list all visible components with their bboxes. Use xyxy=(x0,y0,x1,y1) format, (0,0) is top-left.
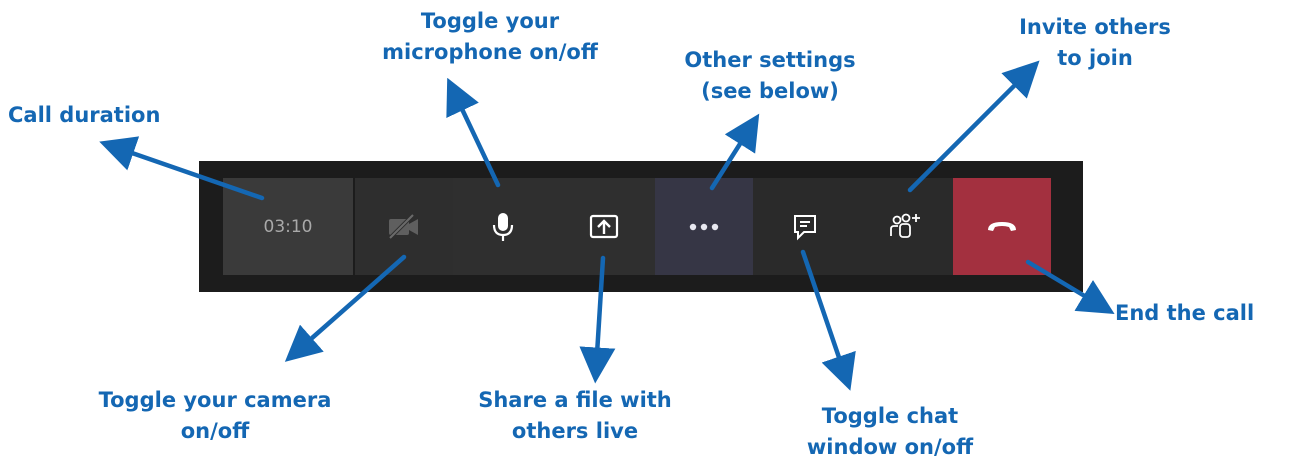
arrow-microphone xyxy=(446,77,501,188)
arrow-invite xyxy=(907,60,1040,193)
arrow-other-settings xyxy=(709,113,760,191)
arrow-share xyxy=(579,255,616,384)
arrow-chat xyxy=(800,249,856,391)
arrow-end-call xyxy=(1025,259,1115,314)
arrow-call-duration xyxy=(99,136,265,201)
arrow-camera xyxy=(284,254,407,362)
annotation-arrows xyxy=(99,60,1115,391)
